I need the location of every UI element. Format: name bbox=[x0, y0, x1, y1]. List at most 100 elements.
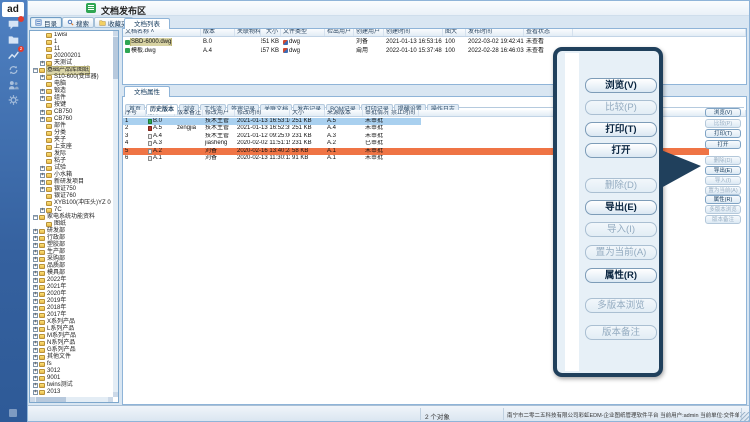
tree-node[interactable]: +新研发项目 bbox=[31, 179, 112, 186]
tree-node[interactable]: +2022年 bbox=[31, 277, 112, 284]
expand-toggle[interactable]: + bbox=[40, 89, 45, 94]
column-header[interactable]: 文档名称 ˄ bbox=[123, 29, 201, 36]
tree-node[interactable]: +组件 bbox=[31, 95, 112, 102]
tree-node[interactable]: 银证760 bbox=[31, 193, 112, 200]
tree-node[interactable]: +CB750 bbox=[31, 109, 112, 116]
expand-toggle[interactable]: + bbox=[33, 390, 38, 395]
tree-node[interactable]: +X系列产品 bbox=[31, 319, 112, 326]
scroll-thumb[interactable] bbox=[113, 37, 118, 79]
tree-node[interactable]: +塑胶部 bbox=[31, 242, 112, 249]
tree-node[interactable]: +银证750 bbox=[31, 186, 112, 193]
tree-node[interactable]: +CB760 bbox=[31, 116, 112, 123]
column-header[interactable]: 版本 bbox=[201, 29, 235, 36]
tree-node[interactable]: 电脑 bbox=[31, 81, 112, 88]
tree-node[interactable]: +模具部 bbox=[31, 270, 112, 277]
version-row[interactable]: 1B.0技术主管2021-01-13 16:53:16251 KBA.5未审批 bbox=[123, 118, 421, 126]
magnified-menu-properties-button[interactable]: 属性(R) bbox=[585, 268, 657, 283]
tree-node[interactable]: XYB100(冲压头)YZ 0 图纸 bbox=[31, 200, 112, 207]
expand-toggle[interactable]: + bbox=[33, 327, 38, 332]
tree-node[interactable]: +小水箱 bbox=[31, 172, 112, 179]
column-header[interactable]: 创建时间 bbox=[384, 29, 443, 36]
scroll-down-arrow[interactable] bbox=[113, 392, 118, 397]
expand-toggle[interactable]: + bbox=[40, 96, 45, 101]
sidebar-bottom-icon[interactable] bbox=[9, 409, 17, 417]
tree-node[interactable]: +其他文件 bbox=[31, 354, 112, 361]
column-header[interactable]: 修改时间 bbox=[235, 110, 290, 116]
tree-node[interactable]: 按键 bbox=[31, 102, 112, 109]
magnified-menu-open-button[interactable]: 打开 bbox=[585, 143, 657, 158]
doc-list-panel-tab[interactable]: 文档列表 bbox=[124, 18, 170, 29]
expand-toggle[interactable]: – bbox=[33, 215, 38, 220]
expand-toggle[interactable]: + bbox=[40, 208, 45, 213]
tree-node[interactable]: +L系列产品 bbox=[31, 326, 112, 333]
expand-toggle[interactable]: + bbox=[33, 271, 38, 276]
column-header[interactable]: 大小 bbox=[290, 110, 325, 116]
expand-toggle[interactable]: + bbox=[33, 285, 38, 290]
tree-node[interactable]: 分类 bbox=[31, 130, 112, 137]
expand-toggle[interactable]: + bbox=[40, 75, 45, 80]
expand-toggle[interactable]: + bbox=[33, 341, 38, 346]
expand-toggle[interactable]: + bbox=[40, 61, 45, 66]
expand-toggle[interactable]: + bbox=[33, 306, 38, 311]
tree-node[interactable]: +N系列产品 bbox=[31, 340, 112, 347]
menu-print-button[interactable]: 打印(T) bbox=[705, 129, 741, 138]
tree-vertical-scrollbar[interactable] bbox=[113, 31, 118, 397]
tree-node[interactable]: +2018年 bbox=[31, 305, 112, 312]
expand-toggle[interactable]: + bbox=[33, 299, 38, 304]
tree-node[interactable]: +2013 bbox=[31, 389, 112, 396]
expand-toggle[interactable]: + bbox=[40, 187, 45, 192]
expand-toggle[interactable]: + bbox=[33, 376, 38, 381]
tree-node[interactable]: +2020年 bbox=[31, 291, 112, 298]
tree-node[interactable]: 1wisi bbox=[31, 32, 112, 39]
trend-icon[interactable]: 2 bbox=[7, 49, 20, 61]
expand-toggle[interactable]: + bbox=[40, 180, 45, 185]
expand-toggle[interactable]: + bbox=[33, 320, 38, 325]
tree-node[interactable]: 夹子 bbox=[31, 137, 112, 144]
expand-toggle[interactable]: + bbox=[33, 264, 38, 269]
tree-node[interactable]: +锻造 bbox=[31, 88, 112, 95]
tree-node[interactable]: +天测试 bbox=[31, 60, 112, 67]
menu-export-button[interactable]: 导出(E) bbox=[705, 166, 741, 175]
folder-icon[interactable] bbox=[7, 34, 20, 46]
scroll-up-arrow[interactable] bbox=[113, 31, 118, 36]
column-header[interactable]: 创建用户 bbox=[354, 29, 384, 36]
column-header[interactable]: 检出用户 bbox=[325, 29, 354, 36]
expand-toggle[interactable]: + bbox=[33, 348, 38, 353]
expand-toggle[interactable]: + bbox=[40, 166, 45, 171]
expand-toggle[interactable]: + bbox=[33, 236, 38, 241]
tree-node[interactable]: +行政部 bbox=[31, 235, 112, 242]
expand-toggle[interactable]: + bbox=[33, 355, 38, 360]
expand-toggle[interactable]: + bbox=[33, 369, 38, 374]
tree-node[interactable]: +M系列产品 bbox=[31, 333, 112, 340]
tab-历史版本[interactable]: 历史版本 bbox=[146, 104, 178, 114]
column-header[interactable]: 图大 bbox=[443, 29, 466, 36]
menu-properties-button[interactable]: 属性(R) bbox=[705, 195, 741, 204]
tree-node[interactable]: +采购部 bbox=[31, 256, 112, 263]
expand-toggle[interactable]: + bbox=[33, 229, 38, 234]
tree-node[interactable]: 上支座 bbox=[31, 144, 112, 151]
toolbar-tab-catalog[interactable]: 目录 bbox=[30, 17, 62, 28]
column-header[interactable]: 修改用户 bbox=[203, 110, 235, 116]
chat-icon[interactable] bbox=[7, 19, 20, 31]
tree-node[interactable]: +twins测试 bbox=[31, 382, 112, 389]
expand-toggle[interactable]: + bbox=[40, 173, 45, 178]
tree-node[interactable]: 发际 bbox=[31, 151, 112, 158]
tree-horizontal-scrollbar[interactable] bbox=[30, 397, 113, 402]
sync-icon[interactable] bbox=[7, 64, 20, 76]
doc-row[interactable]: SBD-6000.dwgB.0251 KBdwg刘备2021-01-13 16:… bbox=[123, 38, 746, 46]
expand-toggle[interactable]: + bbox=[33, 334, 38, 339]
magnified-menu-browse-button[interactable]: 浏览(V) bbox=[585, 78, 657, 93]
scroll-right-arrow[interactable] bbox=[108, 397, 113, 402]
tree-node[interactable]: 1 bbox=[31, 39, 112, 46]
expand-toggle[interactable]: – bbox=[33, 68, 38, 73]
toolbar-tab-search[interactable]: 搜索 bbox=[62, 17, 94, 28]
tree-node[interactable]: +试验 bbox=[31, 165, 112, 172]
tree-node[interactable]: +S10-600(变压器) bbox=[31, 74, 112, 81]
expand-toggle[interactable]: + bbox=[33, 257, 38, 262]
expand-toggle[interactable]: + bbox=[40, 110, 45, 115]
tree-node[interactable]: 20200201 bbox=[31, 53, 112, 60]
tree-node[interactable]: +生产部 bbox=[31, 249, 112, 256]
column-header[interactable]: 禁止时间 bbox=[389, 110, 419, 116]
magnified-menu-export-button[interactable]: 导出(E) bbox=[585, 200, 657, 215]
users-icon[interactable] bbox=[7, 79, 20, 91]
